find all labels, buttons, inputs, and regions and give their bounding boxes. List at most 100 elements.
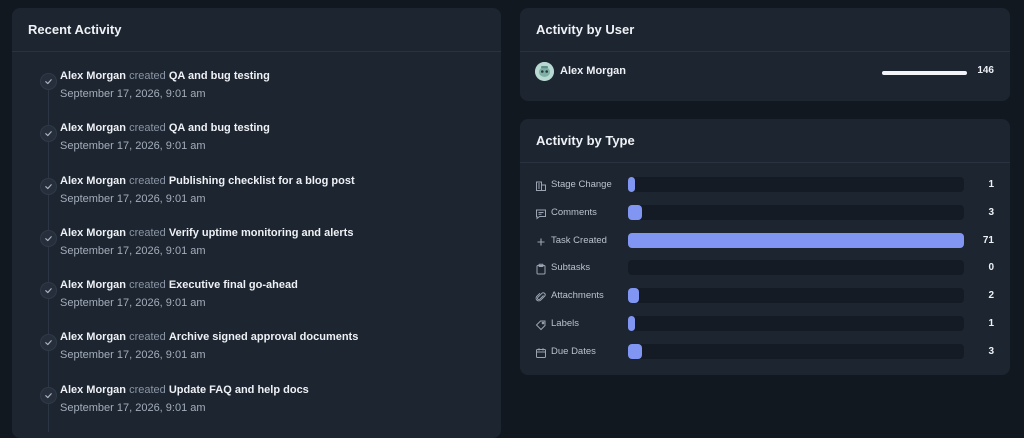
activity-task-title[interactable]: Update FAQ and help docs	[169, 384, 309, 396]
check-icon	[40, 125, 57, 143]
activity-type-count: 3	[988, 206, 994, 218]
activity-type-bar	[628, 232, 964, 248]
activity-type-track	[628, 260, 964, 276]
activity-verb: created	[129, 383, 166, 396]
activity-type-track	[628, 343, 964, 359]
activity-user[interactable]: Alex Morgan	[60, 384, 126, 396]
activity-type-row[interactable]: Labels 1	[520, 315, 1010, 344]
activity-user[interactable]: Alex Morgan	[60, 122, 126, 134]
activity-verb: created	[129, 122, 166, 135]
activity-task-title[interactable]: Verify uptime monitoring and alerts	[169, 227, 354, 239]
activity-task-title[interactable]: Executive final go-ahead	[169, 279, 298, 291]
activity-type-row[interactable]: Task Created 71	[520, 232, 1010, 261]
activity-by-type-panel: Activity by Type Stage Change 1 Comments 3 T…	[520, 119, 1010, 375]
activity-type-bar	[628, 315, 635, 331]
activity-verb: created	[129, 279, 166, 292]
activity-by-type-title: Activity by Type	[520, 119, 1010, 163]
check-icon	[40, 229, 57, 247]
activity-timestamp: September 17, 2026, 9:01 am	[60, 140, 206, 153]
activity-type-bar	[628, 343, 642, 359]
activity-type-label: Stage Change	[551, 179, 612, 190]
activity-item[interactable]: Alex Morgan created Update FAQ and help …	[12, 380, 501, 432]
building-icon	[535, 179, 547, 191]
activity-verb: created	[129, 331, 166, 344]
activity-item[interactable]: Alex Morgan created Executive final go-a…	[12, 275, 501, 327]
activity-by-user-title: Activity by User	[520, 8, 1010, 52]
activity-summary: Alex Morgan created Verify uptime monito…	[60, 227, 353, 239]
activity-item[interactable]: Alex Morgan created QA and bug testing Se…	[12, 118, 501, 170]
activity-type-list: Stage Change 1 Comments 3 Task Created 71 Subt…	[520, 163, 1010, 372]
activity-type-track	[628, 204, 964, 220]
activity-type-row[interactable]: Subtasks 0	[520, 260, 1010, 288]
activity-task-title[interactable]: Publishing checklist for a blog post	[169, 175, 355, 187]
activity-type-label: Labels	[551, 317, 579, 329]
check-icon	[40, 386, 57, 404]
activity-type-track	[628, 288, 964, 304]
activity-timestamp: September 17, 2026, 9:01 am	[60, 297, 206, 310]
activity-summary: Alex Morgan created QA and bug testing	[60, 70, 270, 82]
check-icon	[40, 73, 57, 90]
activity-user[interactable]: Alex Morgan	[60, 227, 126, 239]
activity-type-row[interactable]: Comments 3	[520, 204, 1010, 233]
activity-user[interactable]: Alex Morgan	[60, 279, 126, 291]
activity-type-track	[628, 315, 964, 331]
activity-user[interactable]: Alex Morgan	[60, 175, 126, 187]
activity-timestamp: September 17, 2026, 9:01 am	[60, 88, 206, 100]
activity-type-count: 1	[988, 179, 994, 190]
user-name: Alex Morgan	[560, 65, 627, 77]
activity-timeline: Alex Morgan created QA and bug testing Se…	[12, 52, 501, 433]
activity-summary: Alex Morgan created Executive final go-a…	[60, 279, 298, 291]
activity-type-bar	[628, 288, 639, 304]
activity-task-title[interactable]: Archive signed approval documents	[169, 331, 359, 343]
activity-type-bar	[628, 177, 635, 192]
check-icon	[40, 334, 57, 352]
activity-timestamp: September 17, 2026, 9:01 am	[60, 244, 206, 257]
check-icon	[40, 282, 57, 300]
activity-timestamp: September 17, 2026, 9:01 am	[60, 349, 206, 362]
activity-type-track	[628, 177, 964, 192]
activity-timestamp: September 17, 2026, 9:01 am	[60, 401, 206, 414]
activity-type-count: 1	[988, 317, 994, 329]
comment-icon	[535, 207, 547, 220]
activity-type-row[interactable]: Attachments 2	[520, 288, 1010, 316]
activity-type-count: 71	[982, 234, 994, 246]
recent-activity-panel: Recent Activity Alex Morgan created QA a…	[12, 8, 501, 438]
activity-item[interactable]: Alex Morgan created Verify uptime monito…	[12, 223, 501, 275]
activity-user[interactable]: Alex Morgan	[60, 70, 126, 82]
activity-summary: Alex Morgan created Archive signed appro…	[60, 331, 358, 343]
avatar	[535, 62, 554, 81]
activity-type-label: Attachments	[551, 290, 604, 302]
clipboard-icon	[535, 262, 547, 275]
activity-item[interactable]: Alex Morgan created QA and bug testing Se…	[12, 66, 501, 118]
user-row[interactable]: Alex Morgan 146	[520, 52, 1010, 101]
paperclip-icon	[535, 290, 547, 302]
tag-icon	[535, 318, 547, 331]
calendar-icon	[535, 346, 547, 358]
activity-type-count: 2	[988, 290, 994, 302]
activity-type-row[interactable]: Due Dates 3	[520, 343, 1010, 372]
activity-timestamp: September 17, 2026, 9:01 am	[60, 192, 206, 205]
activity-verb: created	[129, 226, 166, 239]
activity-type-label: Comments	[551, 206, 597, 218]
activity-type-label: Task Created	[551, 234, 607, 246]
activity-summary: Alex Morgan created Update FAQ and help …	[60, 384, 309, 396]
user-activity-count: 146	[977, 65, 994, 76]
activity-type-row[interactable]: Stage Change 1	[520, 177, 1010, 205]
activity-type-count: 0	[988, 262, 994, 274]
recent-activity-title: Recent Activity	[12, 8, 501, 52]
activity-type-count: 3	[988, 345, 994, 357]
activity-item[interactable]: Alex Morgan created Archive signed appro…	[12, 327, 501, 379]
plus-icon	[535, 235, 547, 247]
activity-task-title[interactable]: QA and bug testing	[169, 122, 270, 134]
activity-type-label: Subtasks	[551, 262, 591, 274]
activity-type-bar	[628, 204, 642, 220]
activity-item[interactable]: Alex Morgan created Publishing checklist…	[12, 171, 501, 223]
activity-task-title[interactable]: QA and bug testing	[169, 70, 270, 82]
activity-type-label: Due Dates	[551, 345, 596, 357]
activity-verb: created	[129, 174, 166, 187]
user-activity-bar	[882, 71, 967, 75]
activity-summary: Alex Morgan created Publishing checklist…	[60, 175, 355, 187]
activity-type-track	[628, 232, 964, 248]
activity-user[interactable]: Alex Morgan	[60, 331, 126, 343]
activity-summary: Alex Morgan created QA and bug testing	[60, 122, 270, 134]
